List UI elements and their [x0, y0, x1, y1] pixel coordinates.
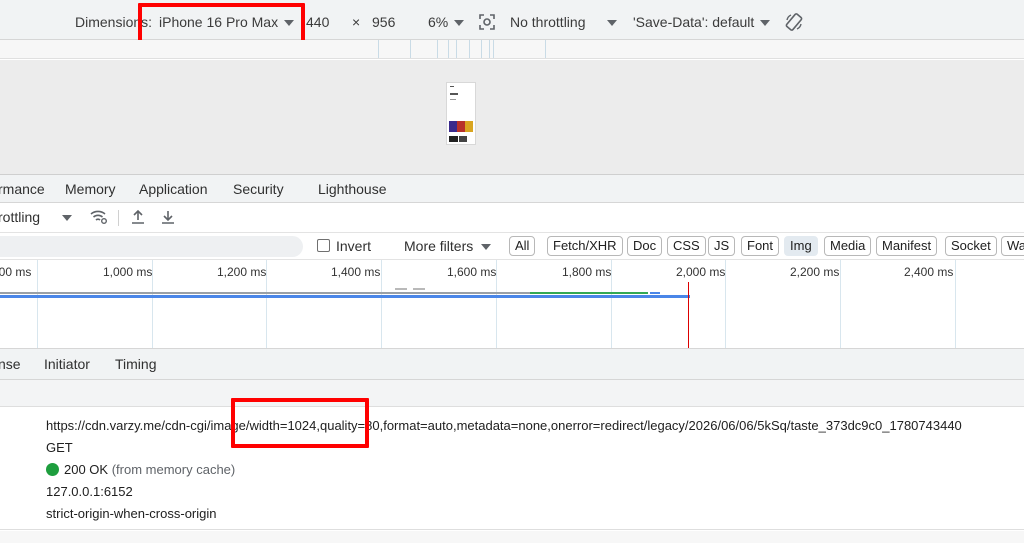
save-data-select[interactable]: 'Save-Data': default: [633, 0, 771, 40]
tab-security[interactable]: Security: [233, 175, 284, 203]
highlight-box-url-width: [231, 398, 369, 448]
invert-label: Invert: [336, 238, 372, 254]
status-note: (from memory cache): [111, 462, 236, 477]
status-text: 200 OK: [64, 462, 109, 477]
timeline-tick-label: 2,000 ms: [676, 265, 726, 279]
throttle-value: No throttling: [510, 14, 586, 30]
filter-input[interactable]: [0, 236, 303, 257]
referrer-policy: strict-origin-when-cross-origin: [46, 506, 217, 521]
network-throttle-select[interactable]: rottling: [0, 203, 73, 231]
timeline-tick-label: 300 ms: [0, 265, 32, 279]
network-throttle-value: rottling: [0, 209, 41, 225]
save-data-value: 'Save-Data': default: [633, 14, 755, 30]
timeline-bar: [395, 288, 407, 290]
filter-chip-js[interactable]: JS: [708, 236, 736, 256]
times-sign: ×: [352, 14, 361, 30]
tab-response[interactable]: nse: [0, 349, 21, 380]
chevron-down-icon: [481, 244, 492, 251]
network-conditions-icon[interactable]: [89, 208, 109, 226]
device-ruler: [0, 40, 1024, 59]
tab-memory[interactable]: Memory: [65, 175, 116, 203]
timeline-tick-label: 1,600 ms: [447, 265, 497, 279]
chevron-down-icon: [760, 20, 771, 27]
chevron-down-icon: [454, 20, 465, 27]
height-input[interactable]: 956: [372, 0, 395, 40]
timeline-tick-label: 1,200 ms: [217, 265, 267, 279]
filter-chip-media[interactable]: Media: [824, 236, 872, 256]
filter-chip-wasm[interactable]: Wa: [1001, 236, 1024, 256]
filter-bar: Invert More filters All Fetch/XHR Doc CS…: [0, 233, 1024, 260]
width-input[interactable]: 440: [306, 0, 329, 40]
status-code: 200 OK (from memory cache): [46, 461, 235, 479]
zoom-value: 6%: [428, 14, 449, 30]
tab-performance[interactable]: rmance: [0, 175, 45, 203]
capture-icon[interactable]: [478, 13, 496, 31]
filter-chip-css[interactable]: CSS: [667, 236, 706, 256]
timeline-tick-label: 2,200 ms: [790, 265, 840, 279]
rotate-icon[interactable]: [784, 12, 804, 32]
page-thumbnail: [446, 82, 476, 145]
timeline-tick-label: 1,800 ms: [562, 265, 612, 279]
timeline-bar: [413, 288, 425, 290]
remote-address: 127.0.0.1:6152: [46, 484, 133, 499]
response-headers-band: [0, 531, 1024, 543]
timeline-tick-label: 2,400 ms: [904, 265, 954, 279]
request-method: GET: [46, 440, 73, 455]
network-timeline[interactable]: 300 ms 1,000 ms 1,200 ms 1,400 ms 1,600 …: [0, 260, 1024, 349]
timeline-bar: [0, 292, 530, 294]
filter-chip-fetch-xhr[interactable]: Fetch/XHR: [547, 236, 623, 256]
filter-chip-socket[interactable]: Socket: [945, 236, 997, 256]
device-preview: [0, 60, 1024, 174]
filter-chip-all[interactable]: All: [509, 236, 536, 256]
request-url: https://cdn.varzy.me/cdn-cgi/image/width…: [46, 418, 962, 433]
chevron-down-icon: [607, 20, 618, 27]
tab-initiator[interactable]: Initiator: [44, 349, 90, 380]
load-marker-line: [688, 282, 689, 348]
network-toolbar: rottling: [0, 203, 1024, 233]
filter-chip-doc[interactable]: Doc: [627, 236, 663, 256]
filter-chip-manifest[interactable]: Manifest: [876, 236, 938, 256]
request-detail-tabs: nse Initiator Timing: [0, 349, 1024, 380]
tab-application[interactable]: Application: [139, 175, 208, 203]
filter-chip-font[interactable]: Font: [741, 236, 780, 256]
more-filters-label: More filters: [404, 238, 474, 254]
invert-checkbox[interactable]: [317, 239, 330, 252]
request-general-details: https://cdn.varzy.me/cdn-cgi/image/width…: [0, 407, 1024, 530]
devtools-panel-tabs: rmance Memory Application Security Light…: [0, 174, 1024, 203]
more-filters-button[interactable]: More filters: [404, 233, 492, 259]
tab-timing[interactable]: Timing: [115, 349, 157, 380]
timeline-bar: [650, 292, 660, 294]
upload-icon[interactable]: [130, 208, 146, 226]
chevron-down-icon: [62, 215, 73, 222]
filter-chip-img[interactable]: Img: [784, 236, 818, 256]
timeline-bar: [0, 295, 690, 298]
general-section-header[interactable]: [0, 380, 1024, 407]
timeline-tick-label: 1,400 ms: [331, 265, 381, 279]
status-ok-icon: [46, 463, 59, 476]
throttle-select[interactable]: No throttling: [510, 0, 618, 40]
download-icon[interactable]: [160, 208, 176, 226]
timeline-tick-label: 1,000 ms: [103, 265, 153, 279]
tab-lighthouse[interactable]: Lighthouse: [318, 175, 387, 203]
timeline-bar: [530, 292, 648, 294]
zoom-select[interactable]: 6%: [428, 0, 465, 40]
